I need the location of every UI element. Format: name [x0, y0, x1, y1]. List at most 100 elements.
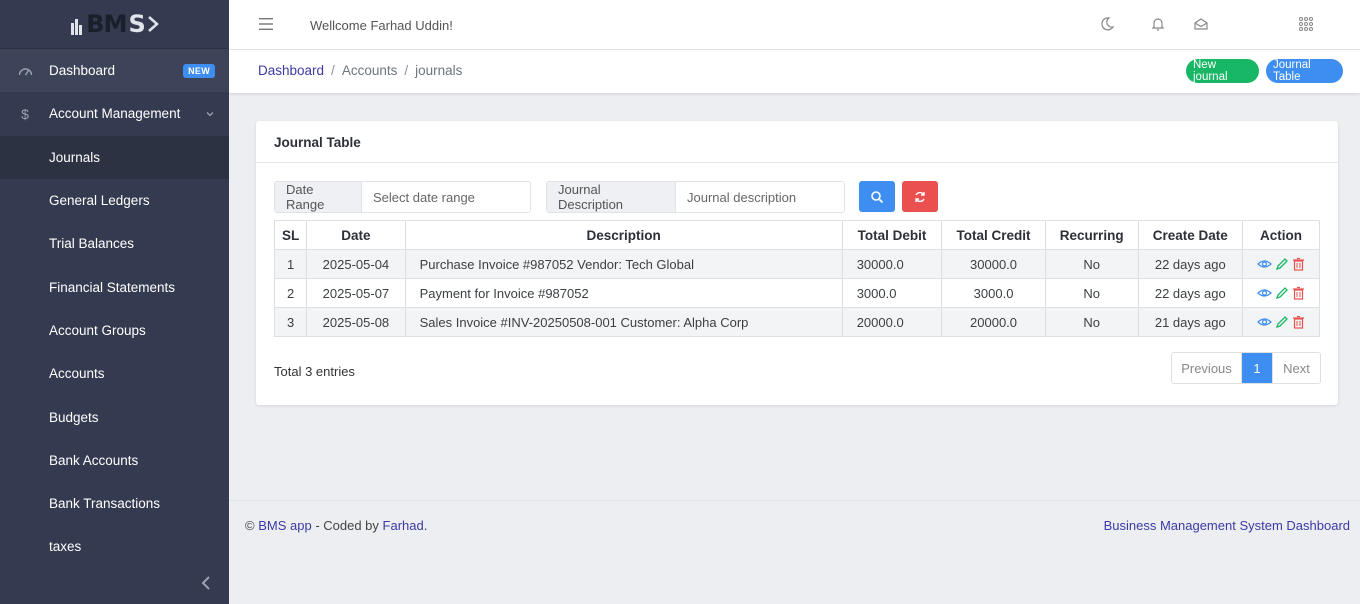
column-header[interactable]: Total Credit	[941, 220, 1046, 250]
breadcrumb: Dashboard / Accounts / journals	[258, 63, 463, 78]
new-badge: NEW	[183, 63, 215, 78]
search-button[interactable]	[859, 181, 895, 212]
sidebar-item-label: General Ledgers	[49, 193, 150, 209]
column-header[interactable]: Date	[306, 220, 406, 250]
journal-table-button[interactable]: Journal Table	[1266, 59, 1343, 83]
menu-icon[interactable]	[259, 18, 273, 30]
cell-create-date: 22 days ago	[1137, 249, 1243, 279]
sidebar-item-journals[interactable]: Journals	[0, 135, 229, 179]
table-row: 1 2025-05-04 Purchase Invoice #987052 Ve…	[273, 249, 1321, 279]
trash-icon[interactable]	[1292, 315, 1305, 329]
sidebar-item-label: Trial Balances	[49, 236, 135, 252]
reset-button[interactable]	[902, 181, 938, 212]
column-header[interactable]: Create Date	[1137, 220, 1243, 250]
cell-recurring: No	[1044, 278, 1139, 308]
pagination: Previous 1 Next	[1171, 352, 1321, 384]
table-row: 3 2025-05-08 Sales Invoice #INV-20250508…	[273, 307, 1321, 337]
next-page-button[interactable]: Next	[1272, 353, 1320, 383]
cell-recurring: No	[1044, 307, 1139, 337]
sidebar-item-label: Bank Accounts	[49, 452, 139, 468]
page-1-button[interactable]: 1	[1242, 353, 1272, 383]
apps-grid-icon[interactable]	[1298, 16, 1314, 32]
footer: © BMS app - Coded by Farhad. Business Ma…	[229, 500, 1360, 550]
new-journal-button[interactable]: New journal	[1186, 59, 1259, 83]
table-header-row: SL Date Description Total Debit Total Cr…	[273, 220, 1321, 250]
author-link[interactable]: Farhad	[383, 518, 424, 533]
envelope-icon[interactable]	[1193, 16, 1209, 32]
column-header[interactable]: Recurring	[1044, 220, 1139, 250]
logo-arrow-icon	[147, 16, 159, 32]
sidebar-item-label: Dashboard	[49, 63, 116, 79]
speedometer-icon	[17, 63, 33, 79]
cell-date: 2025-05-04	[306, 249, 406, 279]
sidebar-item-dashboard[interactable]: Dashboard NEW	[0, 49, 229, 93]
cell-actions	[1241, 249, 1321, 279]
journal-description-filter: Journal Description	[546, 181, 845, 213]
search-icon	[871, 190, 884, 203]
cell-description: Payment for Invoice #987052	[404, 278, 843, 308]
cell-actions	[1241, 278, 1321, 308]
breadcrumb-accounts[interactable]: Accounts	[342, 63, 398, 78]
sidebar-item-bank-accounts[interactable]: Bank Accounts	[0, 439, 229, 482]
column-header[interactable]: Description	[404, 220, 843, 250]
journal-description-input[interactable]	[676, 182, 844, 212]
bell-icon[interactable]	[1150, 16, 1166, 32]
footer-dashboard-link[interactable]: Business Management System Dashboard	[1104, 518, 1350, 533]
logo-skyline-icon	[71, 19, 83, 35]
pencil-icon[interactable]	[1275, 286, 1289, 300]
column-header[interactable]: Total Debit	[841, 220, 943, 250]
sidebar-item-trial-balances[interactable]: Trial Balances	[0, 222, 229, 265]
previous-page-button[interactable]: Previous	[1172, 353, 1242, 383]
welcome-text: Wellcome Farhad Uddin!	[310, 18, 453, 33]
cell-description: Sales Invoice #INV-20250508-001 Customer…	[404, 307, 843, 337]
sidebar-item-account-management[interactable]: $ Account Management	[0, 92, 229, 135]
cell-total-credit: 30000.0	[941, 249, 1046, 279]
eye-icon[interactable]	[1257, 258, 1272, 270]
breadcrumb-bar: Dashboard / Accounts / journals New journal …	[229, 50, 1360, 93]
cell-sl: 1	[273, 249, 308, 279]
column-header[interactable]: SL	[273, 220, 308, 250]
sidebar-item-label: Account Management	[49, 106, 181, 122]
cell-total-debit: 3000.0	[841, 278, 943, 308]
cell-total-credit: 3000.0	[941, 278, 1046, 308]
sidebar-item-label: Accounts	[49, 366, 105, 382]
moon-icon[interactable]	[1099, 16, 1115, 32]
sidebar-item-financial-statements[interactable]: Financial Statements	[0, 265, 229, 308]
cell-description: Purchase Invoice #987052 Vendor: Tech Gl…	[404, 249, 843, 279]
chevron-left-icon[interactable]	[200, 575, 212, 591]
column-header: Action	[1241, 220, 1321, 250]
cell-recurring: No	[1044, 249, 1139, 279]
pencil-icon[interactable]	[1275, 315, 1289, 329]
trash-icon[interactable]	[1292, 286, 1305, 300]
coded-by-text: - Coded by	[311, 518, 383, 533]
chevron-down-icon	[206, 111, 214, 117]
sidebar-item-bank-transactions[interactable]: Bank Transactions	[0, 482, 229, 525]
journal-description-label: Journal Description	[547, 182, 676, 212]
date-range-filter: Date Range	[274, 181, 531, 213]
dollar-icon: $	[21, 105, 29, 122]
cell-date: 2025-05-08	[306, 307, 406, 337]
sidebar-item-accounts[interactable]: Accounts	[0, 352, 229, 395]
pencil-icon[interactable]	[1275, 257, 1289, 271]
sidebar-item-taxes[interactable]: taxes	[0, 525, 229, 568]
cell-create-date: 21 days ago	[1137, 307, 1243, 337]
logo[interactable]: BM S	[0, 0, 229, 49]
journal-table-card: Journal Table Date Range Journal Descrip…	[256, 121, 1338, 405]
copyright-symbol: ©	[245, 518, 255, 533]
sidebar-item-label: Budgets	[49, 409, 99, 425]
sidebar-item-general-ledgers[interactable]: General Ledgers	[0, 179, 229, 222]
eye-icon[interactable]	[1257, 287, 1272, 299]
sidebar-item-label: Bank Transactions	[49, 496, 161, 512]
breadcrumb-dashboard[interactable]: Dashboard	[258, 63, 324, 78]
journal-table: SL Date Description Total Debit Total Cr…	[273, 220, 1321, 337]
cell-date: 2025-05-07	[306, 278, 406, 308]
sidebar-item-account-groups[interactable]: Account Groups	[0, 309, 229, 352]
eye-icon[interactable]	[1257, 316, 1272, 328]
date-range-input[interactable]	[362, 182, 530, 212]
top-header: Wellcome Farhad Uddin!	[229, 0, 1360, 50]
trash-icon[interactable]	[1292, 257, 1305, 271]
footer-dot: .	[423, 518, 428, 533]
sidebar-item-budgets[interactable]: Budgets	[0, 395, 229, 438]
cell-total-debit: 30000.0	[841, 249, 943, 279]
bms-app-link[interactable]: BMS app	[258, 518, 311, 533]
